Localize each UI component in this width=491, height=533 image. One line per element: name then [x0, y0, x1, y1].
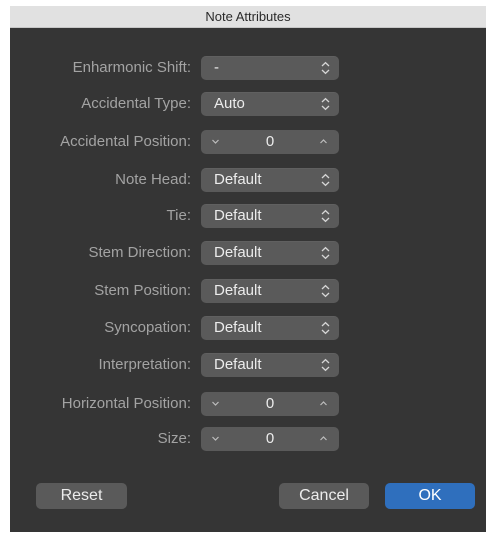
- stepper-value[interactable]: 0: [231, 130, 309, 154]
- row-tie: Tie: Default: [10, 204, 486, 228]
- stem-direction-popup[interactable]: Default: [201, 241, 339, 265]
- window-title: Note Attributes: [205, 9, 291, 24]
- row-accidental-type: Accidental Type: Auto: [10, 92, 486, 116]
- stem-position-popup[interactable]: Default: [201, 279, 339, 303]
- row-accidental-position: Accidental Position: 0: [10, 130, 486, 154]
- decrement-button[interactable]: [203, 427, 229, 451]
- popup-value: Default: [214, 244, 262, 261]
- cancel-button[interactable]: Cancel: [279, 483, 369, 509]
- row-syncopation: Syncopation: Default: [10, 316, 486, 340]
- enharmonic-shift-popup[interactable]: -: [201, 56, 339, 80]
- reset-button[interactable]: Reset: [36, 483, 127, 509]
- row-stem-position: Stem Position: Default: [10, 279, 486, 303]
- field-label: Interpretation:: [98, 356, 191, 373]
- ok-button[interactable]: OK: [385, 483, 475, 509]
- up-down-chevron-icon: [321, 97, 330, 111]
- popup-value: Default: [214, 319, 262, 336]
- row-interpretation: Interpretation: Default: [10, 353, 486, 377]
- popup-value: -: [214, 59, 219, 76]
- field-label: Enharmonic Shift:: [72, 59, 191, 76]
- popup-value: Default: [214, 356, 262, 373]
- popup-value: Auto: [214, 95, 245, 112]
- row-size: Size: 0: [10, 427, 486, 451]
- tie-popup[interactable]: Default: [201, 204, 339, 228]
- field-label: Accidental Position:: [60, 133, 191, 150]
- row-horizontal-position: Horizontal Position: 0: [10, 392, 486, 416]
- note-attributes-dialog: Note Attributes Enharmonic Shift: - Acci…: [10, 6, 486, 532]
- chevron-up-icon: [320, 401, 327, 406]
- title-bar: Note Attributes: [10, 6, 486, 28]
- popup-value: Default: [214, 171, 262, 188]
- field-label: Stem Position:: [94, 282, 191, 299]
- accidental-type-popup[interactable]: Auto: [201, 92, 339, 116]
- up-down-chevron-icon: [321, 246, 330, 260]
- note-head-popup[interactable]: Default: [201, 168, 339, 192]
- chevron-down-icon: [212, 436, 219, 441]
- popup-value: Default: [214, 282, 262, 299]
- field-label: Size:: [157, 430, 191, 447]
- up-down-chevron-icon: [321, 321, 330, 335]
- interpretation-popup[interactable]: Default: [201, 353, 339, 377]
- up-down-chevron-icon: [321, 284, 330, 298]
- chevron-down-icon: [212, 139, 219, 144]
- size-stepper: 0: [201, 427, 339, 451]
- stepper-value[interactable]: 0: [231, 392, 309, 416]
- up-down-chevron-icon: [321, 209, 330, 223]
- up-down-chevron-icon: [321, 173, 330, 187]
- chevron-down-icon: [212, 401, 219, 406]
- field-label: Accidental Type:: [81, 95, 191, 112]
- up-down-chevron-icon: [321, 358, 330, 372]
- field-label: Stem Direction:: [88, 244, 191, 261]
- increment-button[interactable]: [311, 392, 337, 416]
- chevron-up-icon: [320, 436, 327, 441]
- row-stem-direction: Stem Direction: Default: [10, 241, 486, 265]
- increment-button[interactable]: [311, 427, 337, 451]
- accidental-position-stepper: 0: [201, 130, 339, 154]
- stepper-value[interactable]: 0: [231, 427, 309, 451]
- popup-value: Default: [214, 207, 262, 224]
- decrement-button[interactable]: [203, 392, 229, 416]
- row-note-head: Note Head: Default: [10, 168, 486, 192]
- up-down-chevron-icon: [321, 61, 330, 75]
- increment-button[interactable]: [311, 130, 337, 154]
- field-label: Tie:: [166, 207, 191, 224]
- chevron-up-icon: [320, 139, 327, 144]
- syncopation-popup[interactable]: Default: [201, 316, 339, 340]
- field-label: Horizontal Position:: [61, 395, 191, 412]
- decrement-button[interactable]: [203, 130, 229, 154]
- row-enharmonic-shift: Enharmonic Shift: -: [10, 56, 486, 80]
- field-label: Note Head:: [115, 171, 191, 188]
- field-label: Syncopation:: [104, 319, 191, 336]
- horizontal-position-stepper: 0: [201, 392, 339, 416]
